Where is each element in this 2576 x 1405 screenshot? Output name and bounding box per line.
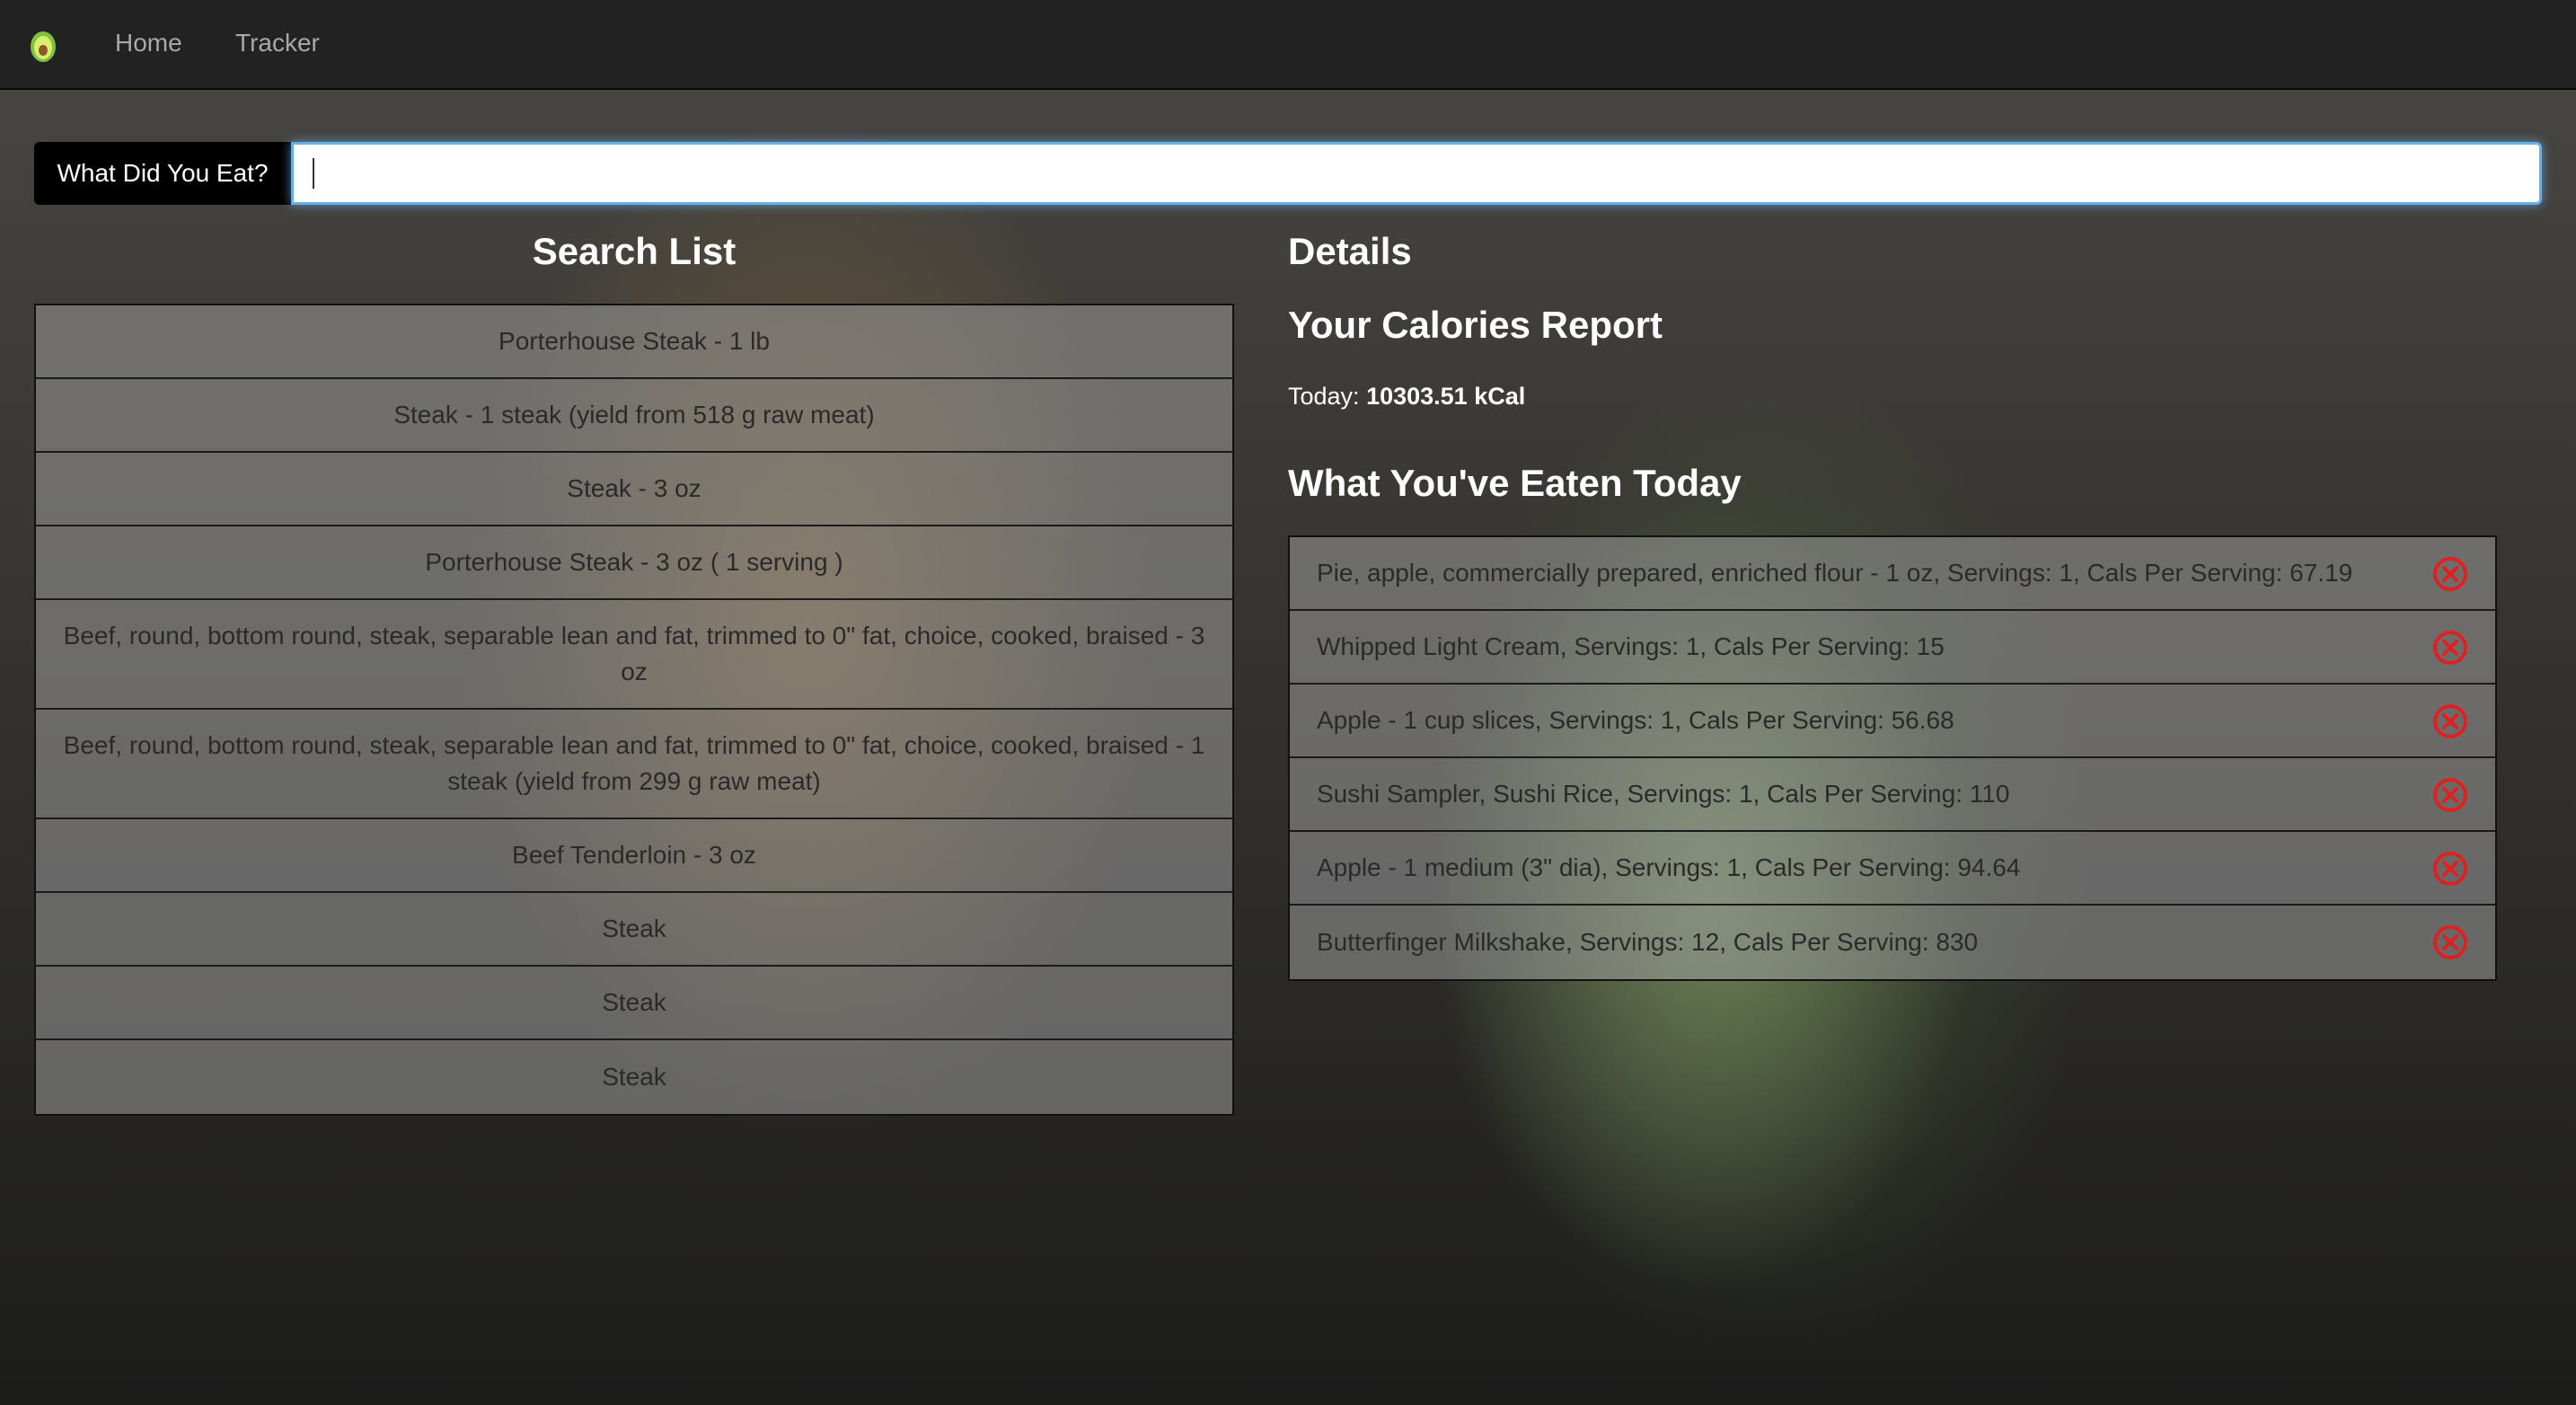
search-result-item[interactable]: Steak (36, 967, 1232, 1040)
nav-tracker-link[interactable]: Tracker (235, 27, 320, 59)
search-list-heading: Search List (532, 230, 737, 272)
eaten-today-list: Pie, apple, commercially prepared, enric… (1288, 535, 2497, 981)
eaten-item: Apple - 1 cup slices, Servings: 1, Cals … (1290, 685, 2495, 758)
eaten-item: Sushi Sampler, Sushi Rice, Servings: 1, … (1290, 758, 2495, 832)
eaten-item: Butterfinger Milkshake, Servings: 12, Ca… (1290, 906, 2495, 979)
eaten-item: Apple - 1 medium (3" dia), Servings: 1, … (1290, 832, 2495, 906)
search-result-item[interactable]: Beef, round, bottom round, steak, separa… (36, 600, 1232, 710)
eaten-item-text: Butterfinger Milkshake, Servings: 12, Ca… (1317, 928, 1979, 956)
nav-home-link[interactable]: Home (115, 27, 182, 59)
search-result-item[interactable]: Steak (36, 893, 1232, 967)
eaten-item-text: Apple - 1 cup slices, Servings: 1, Cals … (1317, 706, 1954, 734)
text-caret (313, 158, 314, 189)
food-search-input[interactable] (291, 142, 2542, 205)
remove-item-icon[interactable] (2432, 630, 2468, 666)
calories-report-heading: Your Calories Report (1288, 304, 1663, 346)
remove-item-icon[interactable] (2432, 703, 2468, 739)
remove-item-icon[interactable] (2432, 777, 2468, 813)
today-calories-value: 10303.51 kCal (1366, 383, 1526, 410)
today-label: Today: (1288, 383, 1360, 410)
eaten-today-heading: What You've Eaten Today (1288, 462, 1742, 504)
search-results-list: Porterhouse Steak - 1 lb Steak - 1 steak… (34, 304, 1234, 1116)
search-result-item[interactable]: Steak (36, 1040, 1232, 1114)
remove-item-icon[interactable] (2432, 556, 2468, 592)
search-result-item[interactable]: Beef Tenderloin - 3 oz (36, 819, 1232, 893)
eaten-item: Pie, apple, commercially prepared, enric… (1290, 537, 2495, 611)
search-result-item[interactable]: Steak - 1 steak (yield from 518 g raw me… (36, 379, 1232, 453)
eaten-item-text: Sushi Sampler, Sushi Rice, Servings: 1, … (1317, 780, 2010, 808)
food-search-label: What Did You Eat? (34, 142, 291, 205)
search-result-item[interactable]: Steak - 3 oz (36, 453, 1232, 526)
details-heading: Details (1288, 230, 1412, 272)
search-result-item[interactable]: Porterhouse Steak - 1 lb (36, 305, 1232, 379)
eaten-item: Whipped Light Cream, Servings: 1, Cals P… (1290, 611, 2495, 685)
today-calories: Today: 10303.51 kCal (1288, 381, 1525, 411)
remove-item-icon[interactable] (2432, 851, 2468, 887)
eaten-item-text: Apple - 1 medium (3" dia), Servings: 1, … (1317, 853, 2021, 881)
eaten-item-text: Whipped Light Cream, Servings: 1, Cals P… (1317, 632, 1945, 660)
eaten-item-text: Pie, apple, commercially prepared, enric… (1317, 559, 2353, 587)
search-result-item[interactable]: Porterhouse Steak - 3 oz ( 1 serving ) (36, 526, 1232, 600)
navbar: Home Tracker (0, 0, 2576, 90)
search-result-item[interactable]: Beef, round, bottom round, steak, separa… (36, 710, 1232, 819)
avocado-icon[interactable] (27, 27, 59, 63)
food-search-group: What Did You Eat? (34, 142, 2542, 205)
remove-item-icon[interactable] (2432, 924, 2468, 960)
